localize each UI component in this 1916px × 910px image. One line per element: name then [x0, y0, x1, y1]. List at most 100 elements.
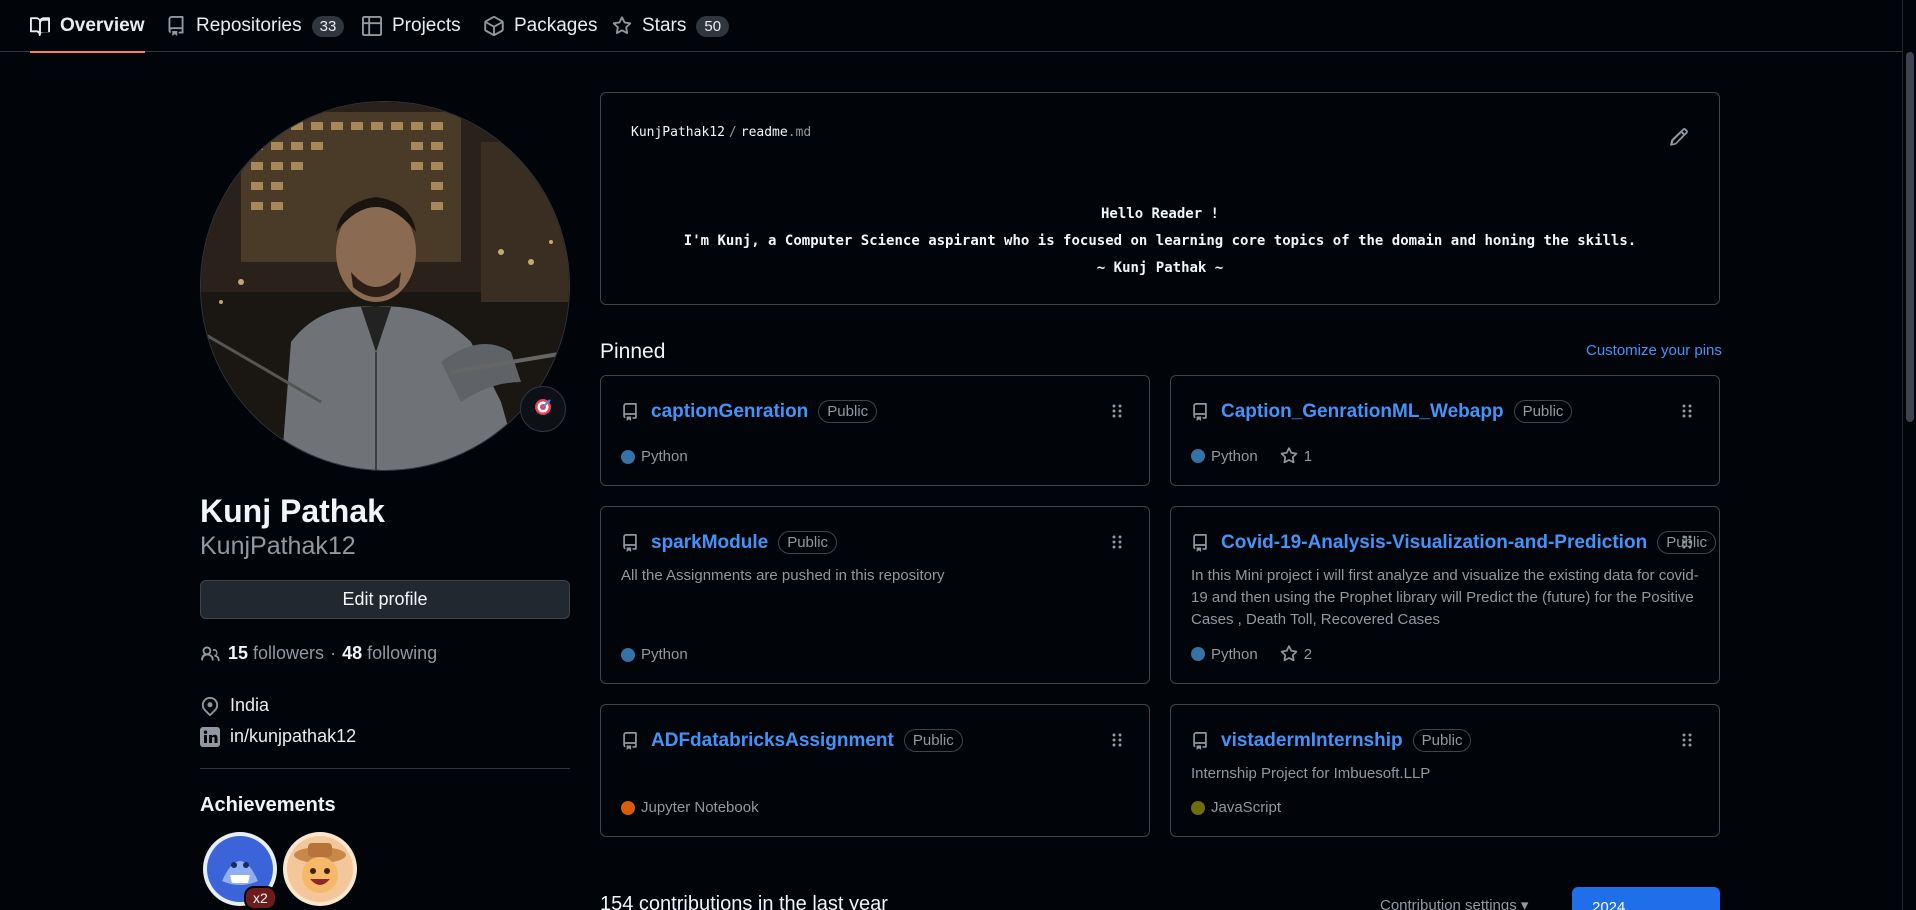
readme-content: Hello Reader ! I'm Kunj, a Computer Scie…: [601, 201, 1719, 282]
language-color-dot: [621, 800, 635, 815]
pinned-repo-card: ADFdatabricksAssignment Public Jupyter Not…: [600, 704, 1150, 837]
customize-pins-link[interactable]: Customize your pins: [1586, 342, 1722, 359]
contributions-title: 154 contributions in the last year: [600, 893, 888, 910]
edit-readme-button[interactable]: [1669, 127, 1689, 147]
repo-language: Jupyter Notebook: [641, 799, 759, 816]
tab-label: Packages: [514, 15, 598, 36]
sidebar-divider: [200, 768, 570, 769]
stargazers-link[interactable]: 2: [1280, 645, 1312, 663]
visibility-badge: Public: [818, 400, 878, 423]
readme-line-2: I'm Kunj, a Computer Science aspirant wh…: [683, 233, 1637, 249]
tab-packages[interactable]: Packages: [484, 0, 597, 52]
readme-path: KunjPathak12/ readme.md: [631, 125, 811, 140]
repo-meta: Python: [621, 646, 688, 663]
year-button-2024[interactable]: 2024: [1572, 887, 1720, 910]
language-color-dot: [621, 647, 635, 662]
set-status-button[interactable]: [520, 386, 566, 432]
profile-login: KunjPathak12: [200, 532, 356, 560]
drag-handle-icon[interactable]: [1681, 534, 1693, 550]
drag-handle-icon[interactable]: [1111, 534, 1123, 550]
followers-link[interactable]: 15 followers: [228, 643, 324, 664]
repo-description: In this Mini project i will first analyz…: [1191, 567, 1699, 628]
repo-description: All the Assignments are pushed in this r…: [621, 567, 945, 584]
star-icon: [1280, 645, 1298, 663]
repo-language: JavaScript: [1211, 799, 1282, 816]
tab-overview[interactable]: Overview: [30, 0, 145, 53]
repo-description: Internship Project for Imbuesoft.LLP: [1191, 765, 1431, 782]
repo-icon: [621, 533, 639, 552]
pinned-repo-card: captionGenration Public Python: [600, 375, 1150, 486]
tab-repositories[interactable]: Repositories 33: [166, 0, 345, 52]
tab-label: Projects: [392, 15, 461, 36]
following-label: following: [367, 643, 438, 663]
page-scrollbar[interactable]: [1902, 0, 1916, 910]
scrollbar-thumb[interactable]: [1906, 52, 1914, 422]
tab-stars[interactable]: Stars 50: [612, 0, 730, 52]
tab-label: Repositories: [196, 15, 302, 36]
followers-label: followers: [253, 643, 325, 663]
repo-meta: Python 2: [1191, 645, 1312, 663]
star-count: 2: [1303, 645, 1313, 663]
drag-handle-icon[interactable]: [1111, 732, 1123, 748]
book-icon: [30, 16, 50, 36]
repo-meta: Python: [621, 448, 688, 465]
visibility-badge: Public: [1412, 729, 1472, 752]
card-header: vistadermInternship Public: [1191, 729, 1472, 752]
repo-language: Python: [641, 646, 688, 663]
readme-file-link[interactable]: readme: [741, 125, 788, 140]
edit-profile-button[interactable]: Edit profile: [200, 580, 570, 619]
drag-handle-icon[interactable]: [1681, 403, 1693, 419]
card-header: ADFdatabricksAssignment Public: [621, 729, 963, 752]
drag-handle-icon[interactable]: [1111, 403, 1123, 419]
profile-name: Kunj Pathak: [200, 493, 385, 529]
repositories-counter: 33: [311, 15, 345, 37]
table-icon: [362, 16, 382, 36]
following-count: 48: [342, 643, 363, 663]
avatar[interactable]: [200, 101, 570, 471]
stargazers-link[interactable]: 1: [1280, 447, 1312, 465]
repo-link[interactable]: Covid-19-Analysis-Visualization-and-Pred…: [1221, 532, 1647, 554]
achievement-multiplier-badge: x2: [244, 886, 277, 910]
followers-count: 15: [228, 643, 249, 663]
card-header: captionGenration Public: [621, 400, 878, 423]
pinned-repo-card: Caption_GenrationML_Webapp Public Python 1: [1170, 375, 1720, 486]
repo-link[interactable]: Caption_GenrationML_Webapp: [1221, 401, 1504, 423]
visibility-badge: Public: [778, 531, 838, 554]
repo-icon: [166, 16, 186, 36]
readme-owner-link[interactable]: KunjPathak12: [631, 125, 725, 140]
star-icon: [612, 16, 632, 36]
repo-icon: [621, 731, 639, 750]
stars-counter: 50: [696, 15, 730, 37]
tab-label: Overview: [60, 15, 145, 36]
location-text: India: [230, 695, 270, 715]
dot-separator: ·: [330, 643, 337, 663]
profile-readme: KunjPathak12/ readme.md Hello Reader ! I'…: [600, 92, 1720, 305]
card-header: Caption_GenrationML_Webapp Public: [1191, 400, 1573, 423]
readme-line-1: Hello Reader !: [1100, 206, 1219, 222]
profile-tab-bar: Overview Repositories 33 Projects Packag…: [0, 0, 1916, 53]
following-link[interactable]: 48 following: [342, 643, 437, 664]
package-icon: [484, 16, 504, 36]
tab-projects[interactable]: Projects: [362, 0, 461, 52]
repo-link[interactable]: vistadermInternship: [1221, 730, 1403, 752]
linkedin-icon: [200, 726, 220, 747]
visibility-badge: Public: [1513, 400, 1573, 423]
repo-meta: Jupyter Notebook: [621, 799, 759, 816]
repo-meta: JavaScript: [1191, 799, 1281, 816]
repo-icon: [1191, 731, 1209, 750]
target-emoji-icon: [533, 397, 553, 422]
repo-link[interactable]: sparkModule: [651, 532, 768, 554]
repo-link[interactable]: captionGenration: [651, 401, 808, 423]
repo-language: Python: [1211, 447, 1258, 465]
linkedin-link[interactable]: in/kunjpathak12: [230, 726, 356, 747]
language-color-dot: [1191, 647, 1205, 661]
language-color-dot: [1191, 800, 1205, 815]
pinned-title: Pinned: [600, 340, 666, 363]
linkedin-row[interactable]: in/kunjpathak12: [200, 726, 356, 747]
tab-label: Stars: [642, 15, 687, 36]
drag-handle-icon[interactable]: [1681, 732, 1693, 748]
location-pin-icon: [200, 696, 220, 716]
contribution-settings-dropdown[interactable]: Contribution settings ▾: [1380, 896, 1528, 910]
achievement-badge-yolo[interactable]: [282, 831, 358, 907]
repo-link[interactable]: ADFdatabricksAssignment: [651, 730, 894, 752]
